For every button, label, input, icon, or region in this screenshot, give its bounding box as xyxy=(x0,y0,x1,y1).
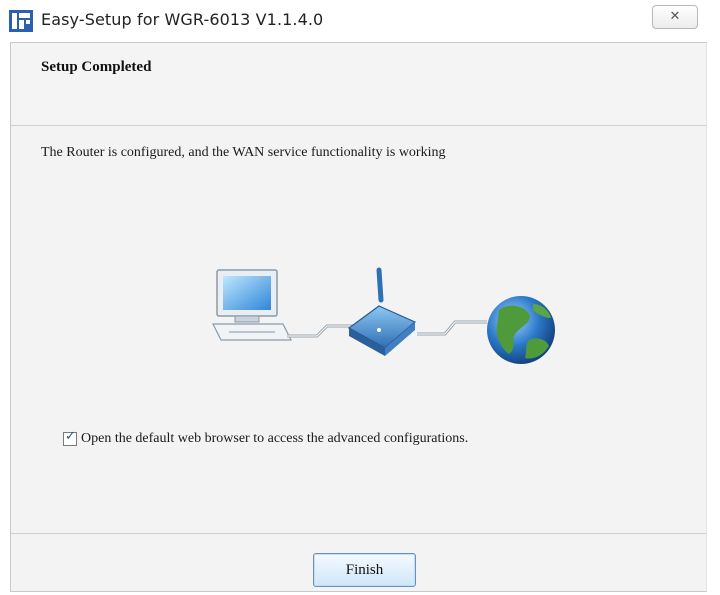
wizard-header: Setup Completed xyxy=(11,43,706,126)
network-illustration xyxy=(212,267,555,364)
window-title: Easy-Setup for WGR-6013 V1.1.4.0 xyxy=(41,10,324,29)
close-icon: ✕ xyxy=(669,9,681,24)
router-icon xyxy=(347,267,417,356)
page-title: Setup Completed xyxy=(41,59,152,75)
open-browser-label[interactable]: Open the default web browser to access t… xyxy=(81,431,468,447)
computer-icon xyxy=(212,269,292,341)
footer-divider xyxy=(11,533,706,534)
finish-button[interactable]: Finish xyxy=(313,553,416,587)
globe-icon xyxy=(487,296,555,364)
app-logo-icon xyxy=(9,10,33,32)
title-bar: Easy-Setup for WGR-6013 V1.1.4.0 ✕ xyxy=(0,0,720,42)
close-button[interactable]: ✕ xyxy=(652,5,698,29)
cable-icon xyxy=(287,324,355,338)
cable-icon xyxy=(417,320,487,336)
open-browser-option[interactable]: ✓ Open the default web browser to access… xyxy=(63,429,468,447)
setup-window: Easy-Setup for WGR-6013 V1.1.4.0 ✕ Setup… xyxy=(0,0,720,595)
status-message: The Router is configured, and the WAN se… xyxy=(41,145,446,160)
checkmark-icon: ✓ xyxy=(65,429,76,444)
wizard-panel: Setup Completed The Router is configured… xyxy=(10,42,707,592)
open-browser-checkbox[interactable]: ✓ xyxy=(63,429,77,446)
